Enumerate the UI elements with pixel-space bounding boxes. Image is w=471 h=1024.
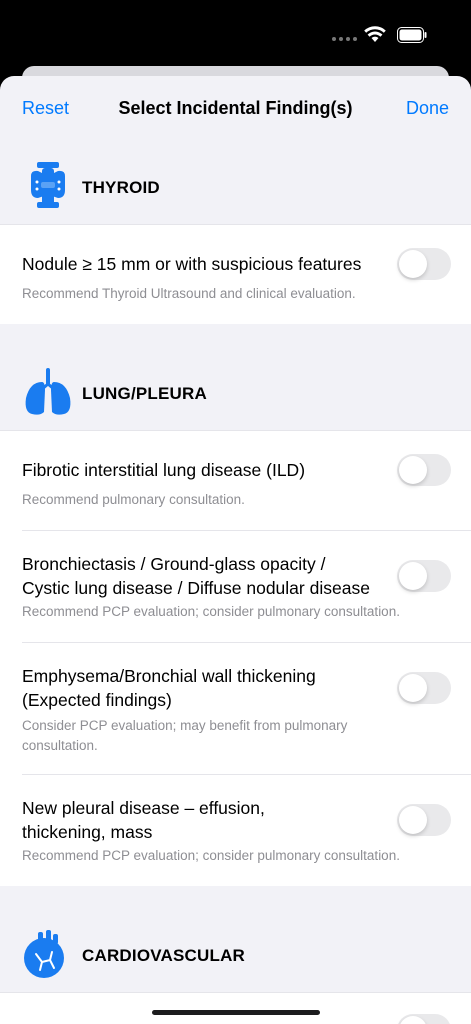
finding-recommendation-line1: Consider PCP evaluation; may benefit fro… [22, 718, 348, 733]
finding-title-line1: New pleural disease – effusion, [22, 798, 265, 818]
home-indicator[interactable] [152, 1010, 320, 1015]
list-item[interactable]: Nodule ≥ 15 mm or with suspicious featur… [0, 224, 471, 324]
thyroid-nodule-toggle[interactable] [397, 248, 451, 280]
list-item[interactable]: New pleural disease – effusion, thickeni… [0, 774, 471, 886]
finding-recommendation: Recommend pulmonary consultation. [22, 492, 245, 507]
finding-title-line1: Emphysema/Bronchial wall thickening [22, 666, 316, 686]
lungs-icon [25, 368, 71, 415]
list-item[interactable]: Bronchiectasis / Ground-glass opacity / … [0, 530, 471, 642]
page-title: Select Incidental Finding(s) [118, 98, 353, 118]
emphysema-toggle[interactable] [397, 672, 451, 704]
section-title-thyroid: THYROID [82, 178, 160, 197]
cellular-dots-icon [332, 37, 357, 41]
thyroid-findings-group: Nodule ≥ 15 mm or with suspicious featur… [0, 224, 471, 324]
finding-title-line2: Cystic lung disease / Diffuse nodular di… [22, 578, 370, 598]
navigation-bar: Reset Select Incidental Finding(s) Done [0, 76, 471, 140]
section-header-lung-pleura: LUNG/PLEURA [0, 368, 471, 420]
heart-icon [24, 930, 64, 978]
lung-findings-group: Fibrotic interstitial lung disease (ILD)… [0, 430, 471, 886]
list-item[interactable]: Fibrotic interstitial lung disease (ILD)… [0, 430, 471, 530]
finding-title: Nodule ≥ 15 mm or with suspicious featur… [22, 254, 362, 274]
list-item[interactable]: Emphysema/Bronchial wall thickening (Exp… [0, 642, 471, 774]
finding-recommendation: Recommend Thyroid Ultrasound and clinica… [22, 286, 356, 301]
cardiovascular-toggle[interactable] [397, 1014, 451, 1024]
battery-icon [397, 27, 427, 43]
done-button[interactable]: Done [406, 98, 449, 119]
ild-toggle[interactable] [397, 454, 451, 486]
status-bar [0, 0, 471, 70]
section-title-cardiovascular: CARDIOVASCULAR [82, 946, 246, 965]
section-title-lung-pleura: LUNG/PLEURA [82, 384, 207, 403]
section-header-thyroid: THYROID [0, 162, 471, 214]
section-header-cardiovascular: CARDIOVASCULAR [0, 930, 471, 982]
finding-recommendation: Recommend PCP evaluation; consider pulmo… [22, 848, 400, 863]
finding-selection-sheet: Reset Select Incidental Finding(s) Done … [0, 76, 471, 1024]
finding-title-line2: (Expected findings) [22, 690, 172, 710]
thyroid-icon [31, 162, 65, 208]
wifi-icon [364, 26, 386, 42]
cardiovascular-findings-group [0, 992, 471, 1024]
bronchiectasis-toggle[interactable] [397, 560, 451, 592]
finding-title: Fibrotic interstitial lung disease (ILD) [22, 460, 306, 480]
finding-recommendation: Recommend PCP evaluation; consider pulmo… [22, 604, 400, 619]
finding-recommendation-line2: consultation. [22, 738, 98, 753]
finding-title-line2: thickening, mass [22, 822, 153, 842]
finding-title-line1: Bronchiectasis / Ground-glass opacity / [22, 554, 326, 574]
pleural-disease-toggle[interactable] [397, 804, 451, 836]
